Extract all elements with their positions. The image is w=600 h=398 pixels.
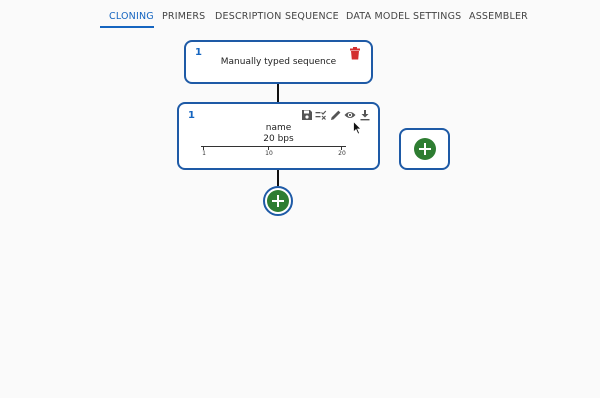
- tab-description[interactable]: DESCRIPTION: [215, 11, 282, 22]
- connector-line: [277, 170, 279, 186]
- sequence-index: 1: [188, 110, 195, 121]
- mouse-cursor-icon: [353, 121, 362, 135]
- ruler-label-start: 1: [202, 150, 206, 157]
- trash-icon[interactable]: [349, 47, 361, 60]
- eye-icon[interactable]: [344, 109, 356, 121]
- source-card: 1 Manually typed sequence: [184, 40, 373, 84]
- sequence-length: 20 bps: [263, 134, 294, 144]
- ruler-label-end: 20: [338, 150, 346, 157]
- tab-sequence[interactable]: SEQUENCE: [285, 11, 339, 22]
- sequence-ruler: 1 10 20: [201, 146, 346, 160]
- tab-assembler[interactable]: ASSEMBLER: [469, 11, 528, 22]
- connector-line: [277, 84, 279, 102]
- tab-bar: CLONING PRIMERS DESCRIPTION SEQUENCE DAT…: [0, 0, 600, 28]
- add-step-button[interactable]: [263, 186, 293, 216]
- sequence-card: 1 name 20 bps 1 10 20: [177, 102, 380, 170]
- download-icon[interactable]: [359, 109, 371, 121]
- add-source-card[interactable]: [399, 128, 450, 170]
- active-tab-indicator: [100, 26, 154, 28]
- add-icon: [267, 190, 289, 212]
- checklist-icon[interactable]: [315, 109, 327, 121]
- save-icon[interactable]: [301, 109, 313, 121]
- tab-primers[interactable]: PRIMERS: [162, 11, 205, 22]
- tab-settings[interactable]: SETTINGS: [413, 11, 461, 22]
- add-icon: [414, 138, 436, 160]
- pencil-icon[interactable]: [330, 109, 342, 121]
- tab-cloning[interactable]: CLONING: [109, 11, 154, 22]
- source-description: Manually typed sequence: [220, 57, 337, 67]
- ruler-line: [201, 146, 346, 147]
- sequence-name: name: [265, 123, 292, 133]
- ruler-label-middle: 10: [265, 150, 273, 157]
- tab-data-model[interactable]: DATA MODEL: [346, 11, 410, 22]
